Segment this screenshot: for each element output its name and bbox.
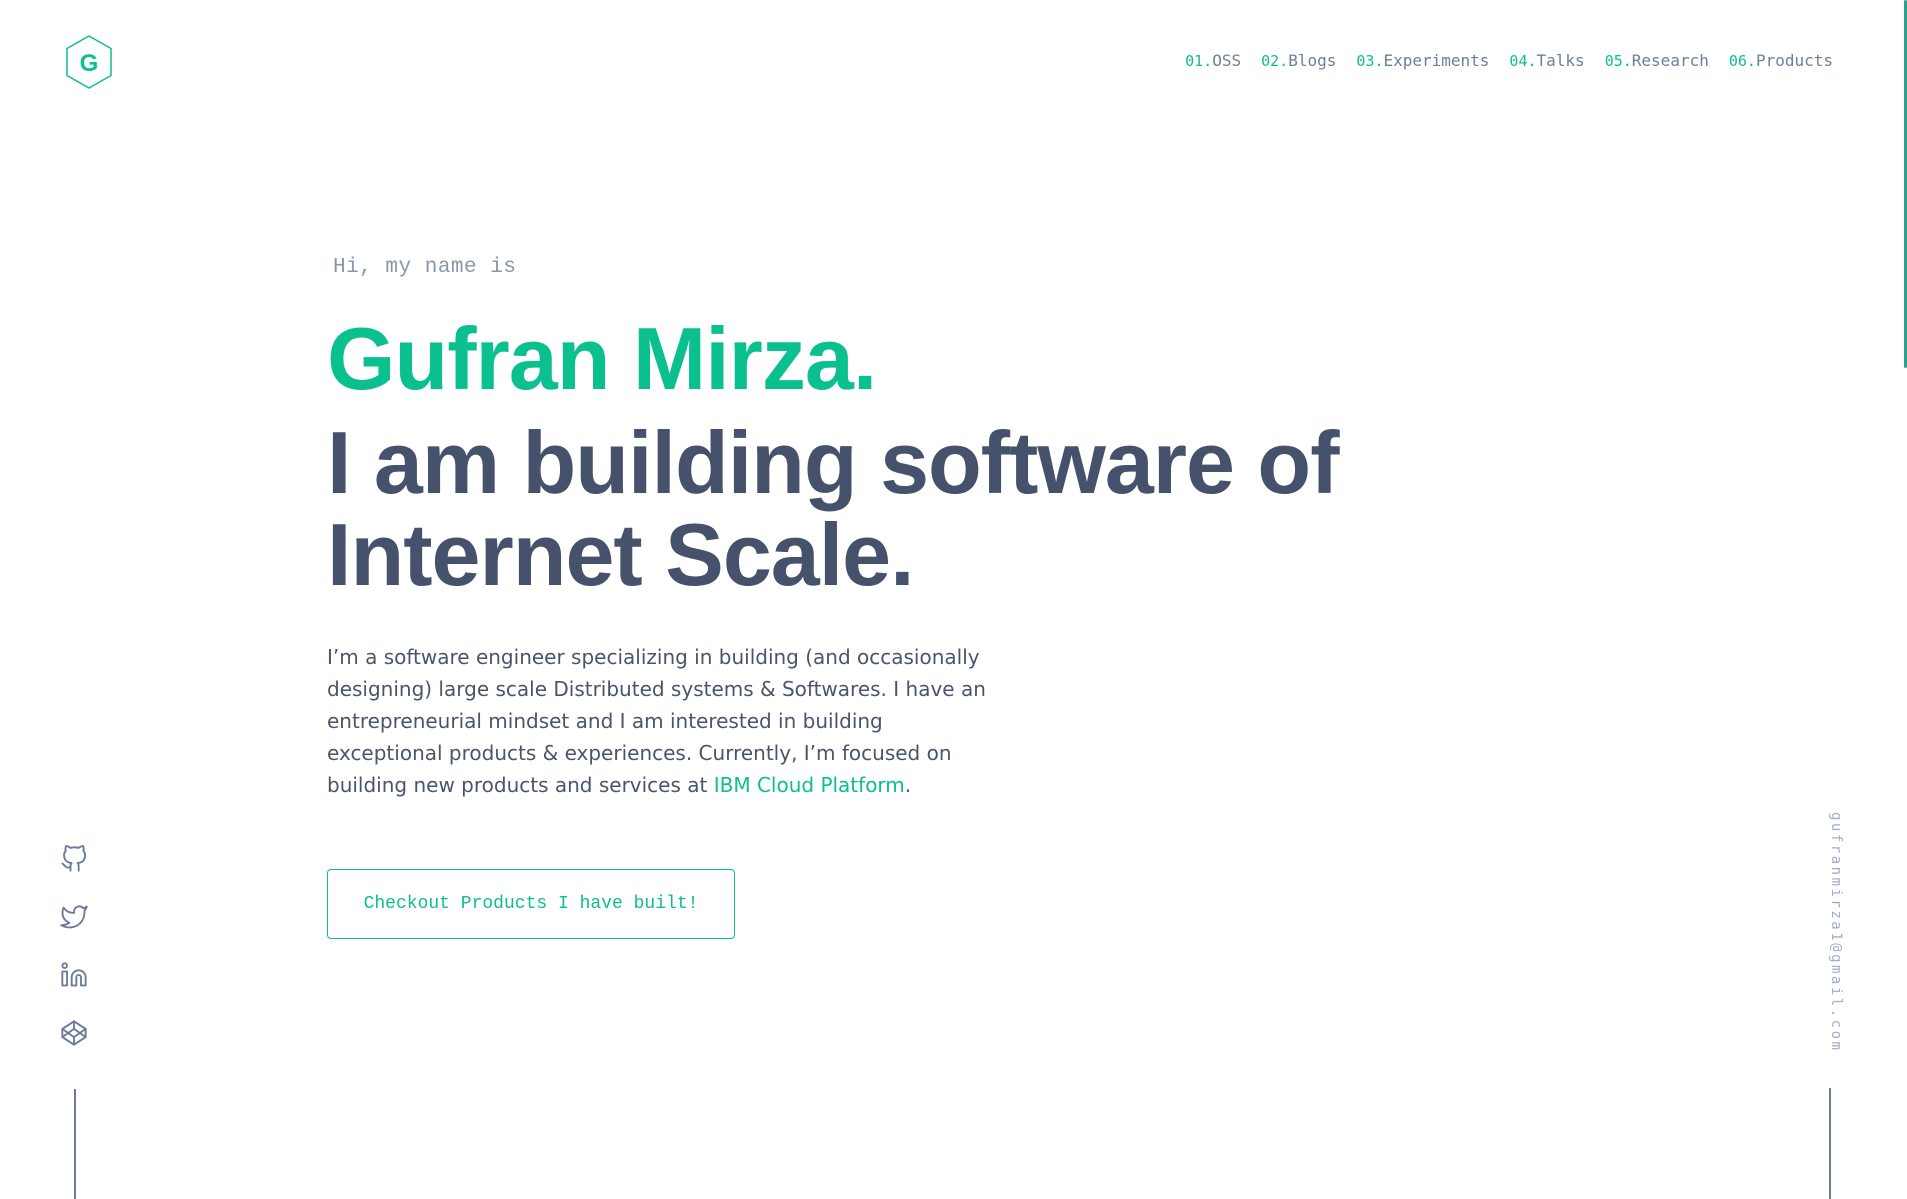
- nav-item-talks[interactable]: 04. Talks: [1509, 51, 1584, 70]
- bio-end: .: [904, 773, 912, 797]
- nav-label: OSS: [1212, 51, 1242, 70]
- ibm-cloud-link[interactable]: IBM Cloud Platform: [714, 773, 905, 797]
- nav-item-products[interactable]: 06. Products: [1729, 51, 1833, 70]
- headline-line-1: I am building software of: [327, 413, 1339, 512]
- email-link[interactable]: gufranmirza1@gmail.com: [1828, 812, 1844, 1052]
- nav-number: 04.: [1509, 52, 1537, 70]
- nav-item-experiments[interactable]: 03. Experiments: [1356, 51, 1489, 70]
- social-links: [60, 845, 88, 1047]
- nav-item-oss[interactable]: 01. OSS: [1185, 51, 1241, 70]
- nav-item-research[interactable]: 05. Research: [1605, 51, 1709, 70]
- hero-name: Gufran Mirza.: [327, 309, 877, 408]
- nav-label: Experiments: [1383, 51, 1490, 70]
- hero-intro: Hi, my name is: [333, 256, 517, 279]
- left-vertical-line: [74, 1089, 76, 1199]
- hero-headline: I am building software of Internet Scale…: [327, 417, 1427, 601]
- codepen-icon[interactable]: [60, 1019, 88, 1047]
- nav-label: Talks: [1536, 51, 1585, 70]
- headline-line-2: Internet Scale.: [327, 505, 915, 604]
- hero-bio: I’m a software engineer specializing in …: [327, 641, 987, 801]
- logo[interactable]: G: [64, 34, 114, 90]
- nav-label: Blogs: [1288, 51, 1337, 70]
- linkedin-icon[interactable]: [60, 961, 88, 989]
- nav-label: Research: [1631, 51, 1709, 70]
- nav-number: 03.: [1356, 52, 1384, 70]
- main-nav: 01. OSS 02. Blogs 03. Experiments 04. Ta…: [1185, 51, 1833, 70]
- github-icon[interactable]: [60, 845, 88, 873]
- page: G 01. OSS 02. Blogs 03. Experiments 04. …: [0, 0, 1907, 1199]
- nav-number: 02.: [1261, 52, 1289, 70]
- twitter-icon[interactable]: [60, 903, 88, 931]
- nav-number: 01.: [1185, 52, 1213, 70]
- nav-label: Products: [1755, 51, 1833, 70]
- right-vertical-line: [1829, 1088, 1831, 1199]
- checkout-products-button[interactable]: Checkout Products I have built!: [327, 869, 735, 939]
- nav-number: 05.: [1604, 52, 1632, 70]
- logo-letter: G: [80, 50, 99, 77]
- nav-item-blogs[interactable]: 02. Blogs: [1261, 51, 1336, 70]
- nav-number: 06.: [1728, 52, 1756, 70]
- hero-section: Hi, my name is Gufran Mirza. I am buildi…: [327, 256, 1427, 939]
